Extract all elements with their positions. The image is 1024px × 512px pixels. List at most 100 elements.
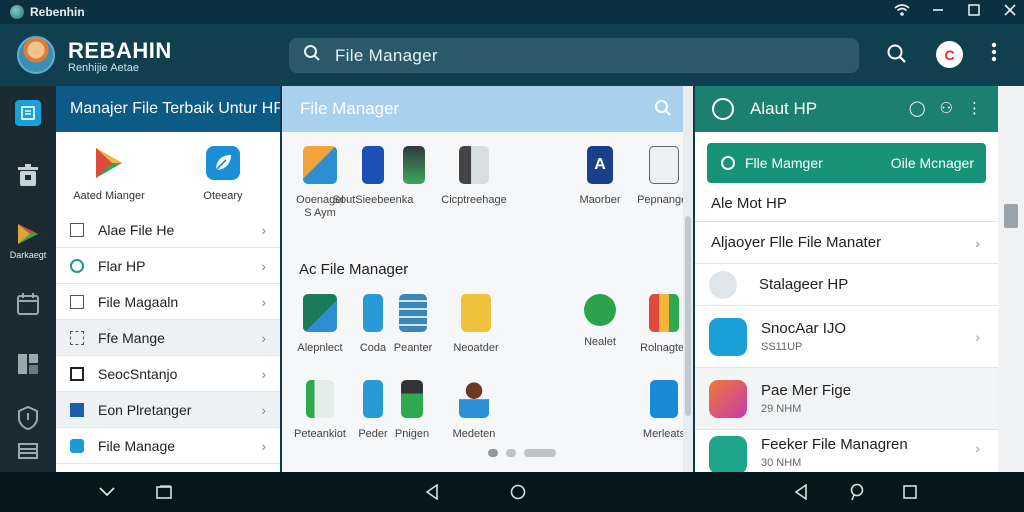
search-icon: [655, 100, 671, 116]
minimize-button[interactable]: [930, 0, 946, 24]
more-vertical-icon: [991, 42, 997, 62]
file-manager-cta-button[interactable]: Flle Mamger Oile Mcnager: [707, 143, 986, 183]
close-button[interactable]: [1002, 0, 1018, 24]
search-input[interactable]: File Manager: [335, 46, 438, 66]
list-item[interactable]: Ale Mot HP: [695, 186, 998, 222]
list-item[interactable]: File Magaaln ›: [56, 284, 280, 320]
panel3-title: Alaut HP: [750, 99, 818, 118]
compass-icon: [712, 98, 734, 120]
panel3-scrollbar[interactable]: [998, 86, 1024, 472]
list-item-subtitle: 29 NHM: [761, 403, 802, 415]
rail-item-calendar[interactable]: [0, 292, 56, 316]
list-item[interactable]: Stalageer HP: [695, 264, 998, 306]
list-item-label: SeocSntanjo: [98, 365, 178, 382]
grid-app[interactable]: Neoatder: [436, 294, 516, 355]
panel2-scrollbar[interactable]: [683, 86, 693, 472]
scrollbar-thumb[interactable]: [685, 216, 691, 416]
more-vertical-icon[interactable]: ⋮: [967, 99, 982, 117]
assistant-button[interactable]: [848, 483, 866, 501]
rail-item-apps[interactable]: [0, 100, 56, 126]
panel2-search-button[interactable]: [654, 99, 672, 122]
back-button[interactable]: [423, 483, 441, 501]
list-item-title: Ale Mot HP: [711, 195, 787, 212]
letter-a-icon: A: [587, 146, 613, 184]
list-item[interactable]: Alae File He ›: [56, 212, 280, 248]
more-menu-button[interactable]: [986, 42, 1002, 69]
window-title-bar: Rebenhin: [0, 0, 1024, 24]
recents-button[interactable]: [901, 483, 919, 501]
document-icon: [709, 379, 747, 418]
grid-app[interactable]: Medeten: [434, 380, 514, 441]
window-title: Rebenhin: [30, 5, 85, 19]
home-button[interactable]: [509, 483, 527, 501]
rail-item-trash[interactable]: [0, 164, 56, 188]
list-item[interactable]: File Manage ›: [56, 428, 280, 464]
featured-app[interactable]: Oteeary: [178, 146, 268, 202]
recents-icon: [156, 485, 172, 499]
spiral-icon: [70, 258, 84, 273]
grid-app[interactable]: Cicptreehage: [434, 146, 514, 207]
list-item[interactable]: SnocAar IJO SS11UP ›: [695, 306, 998, 368]
list-item[interactable]: Pae Mer Fige 29 NHM: [695, 368, 998, 430]
list-item-title: Stalageer HP: [759, 276, 849, 293]
file-manager-list-panel: Manajer File Terbaik Untur HP Aated Mian…: [56, 86, 280, 472]
list-item[interactable]: Eon Plretanger ›: [56, 392, 280, 428]
rail-item-stack[interactable]: [0, 442, 56, 460]
phone-tools-panel: Alaut HP ◯ ⚇ ⋮ Flle Mamger Oile Mcnager …: [695, 86, 998, 474]
list-item-subtitle: SS11UP: [761, 341, 803, 353]
calendar-icon: [17, 293, 39, 315]
yellow-doc-icon: [461, 294, 491, 332]
document-icon: [70, 294, 84, 309]
rail-item-grid[interactable]: [0, 352, 56, 376]
back-icon: [794, 484, 807, 500]
home-icon: [510, 484, 526, 500]
recents-button[interactable]: [155, 483, 173, 501]
list-item-label: Alae File He: [98, 221, 175, 238]
chevron-right-icon: ›: [261, 365, 266, 382]
panel1-title: Manajer File Terbaik Untur HP: [56, 86, 280, 132]
system-navigation-bar: [0, 472, 1024, 512]
chevron-down-icon[interactable]: [98, 483, 116, 501]
chevron-right-icon: ›: [261, 257, 266, 274]
back-button[interactable]: [792, 483, 810, 501]
grid-app-label: Nealet: [584, 336, 616, 348]
trash-icon: [18, 164, 38, 186]
brand-subtitle: Renhijie Aetae: [68, 62, 139, 74]
scrollbar-thumb[interactable]: [1004, 204, 1018, 228]
page-dot[interactable]: [506, 449, 516, 457]
rail-item-play-store[interactable]: Darkaegt: [0, 222, 56, 260]
featured-app[interactable]: Aated Mianger: [64, 146, 154, 202]
search-icon: [887, 44, 906, 63]
rail-item-label: Darkaegt: [9, 250, 47, 260]
grid-app-label: Merleats: [642, 428, 686, 440]
brand-title: REBAHIN: [68, 38, 172, 63]
page-dot[interactable]: [488, 449, 498, 457]
calculator-icon: [649, 146, 679, 184]
app-window-icon: [15, 100, 41, 126]
list-item[interactable]: Feeker File Managren 30 NHM ›: [695, 430, 998, 474]
page-dot[interactable]: [524, 449, 556, 457]
list-item[interactable]: Aljaoyer Flle File Manater ›: [695, 222, 998, 264]
header-search-button[interactable]: [886, 43, 912, 69]
leaf-icon: [206, 146, 240, 180]
list-item-label: File Magaaln: [98, 293, 179, 310]
refresh-icon: [709, 436, 747, 474]
avatar[interactable]: [17, 36, 55, 74]
app-a-icon: [709, 317, 747, 356]
list-item[interactable]: Flar HP ›: [56, 248, 280, 284]
maximize-button[interactable]: [966, 0, 982, 24]
person-reading-icon: [459, 380, 489, 418]
people-icon[interactable]: ⚇: [940, 99, 953, 117]
grid-app-label: Peanter: [393, 342, 433, 354]
chevron-right-icon: ›: [261, 401, 266, 418]
list-item[interactable]: SeocSntanjo ›: [56, 356, 280, 392]
search-bar[interactable]: File Manager: [289, 38, 859, 73]
database-icon: [399, 294, 427, 332]
chat-icon[interactable]: ◯: [909, 99, 926, 117]
shield-icon: [18, 406, 38, 430]
featured-app-label: Aated Mianger: [73, 190, 145, 202]
refresh-green-icon: [584, 294, 616, 326]
chrome-button[interactable]: C: [936, 41, 963, 68]
list-item[interactable]: Ffe Mange ›: [56, 320, 280, 356]
rail-item-shield[interactable]: [0, 406, 56, 430]
